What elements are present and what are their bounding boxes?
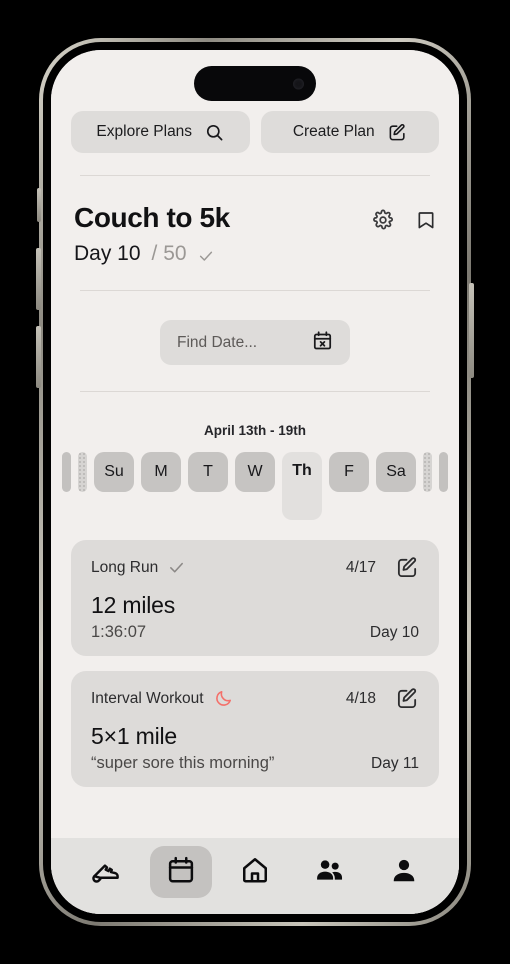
plan-progress: Day 10 / 50 (71, 242, 439, 266)
workout-type-label: Interval Workout (91, 689, 204, 707)
power-button[interactable] (469, 283, 474, 378)
create-plan-label: Create Plan (292, 123, 375, 140)
week-day-sa[interactable]: Sa (376, 452, 416, 492)
home-icon (240, 855, 270, 890)
create-plan-button[interactable]: Create Plan (260, 111, 439, 153)
workout-card[interactable]: Interval Workout 4/18 5×1 mile “super sore … (71, 671, 439, 787)
phone-screen: Explore Plans Create Plan Couch to 5k Da… (51, 50, 459, 914)
workout-card-footer: 1:36:07 Day 10 (91, 623, 419, 642)
week-range-label: April 13th - 19th (203, 423, 306, 438)
workout-date: 4/17 (345, 558, 376, 576)
plan-header-actions (372, 202, 436, 231)
bookmark-icon[interactable] (416, 209, 436, 231)
week-day-m[interactable]: M (141, 452, 181, 492)
workout-meta-group: 4/18 (346, 687, 419, 710)
workout-type-label: Long Run (91, 558, 159, 576)
divider-below-header (80, 290, 430, 291)
explore-plans-button[interactable]: Explore Plans (71, 111, 250, 153)
nav-item-home[interactable] (224, 846, 286, 898)
divider-top (80, 175, 430, 176)
gear-icon[interactable] (372, 209, 394, 231)
workout-card-header: Long Run 4/17 (91, 556, 419, 579)
calendar-icon (166, 855, 196, 890)
app-root: Explore Plans Create Plan Couch to 5k Da… (51, 50, 459, 914)
find-date-placeholder: Find Date... (177, 333, 258, 351)
workout-distance: 5×1 mile (91, 723, 177, 749)
week-day-selector[interactable]: Su M T W Th F Sa (62, 452, 448, 520)
week-scroll-edge-left-outer[interactable] (62, 452, 71, 492)
week-scroll-edge-left-inner[interactable] (78, 452, 87, 492)
week-day-w[interactable]: W (235, 452, 275, 492)
workout-card-footer: “super sore this morning” Day 11 (91, 754, 419, 773)
nav-item-friends[interactable] (298, 846, 360, 898)
volume-up-button[interactable] (36, 248, 41, 310)
edit-square-icon (388, 123, 407, 142)
bottom-navigation-bar (51, 838, 459, 914)
workout-type-group: Long Run (91, 559, 185, 577)
nav-item-profile[interactable] (373, 846, 435, 898)
moon-icon (214, 689, 233, 708)
phone-frame: Explore Plans Create Plan Couch to 5k Da… (36, 38, 474, 926)
workout-day-number: Day 11 (371, 755, 419, 772)
edit-square-icon[interactable] (396, 556, 419, 579)
front-camera-icon (293, 78, 304, 89)
workout-detail: 1:36:07 (91, 623, 147, 641)
search-icon (205, 123, 224, 142)
person-icon (389, 855, 419, 890)
nav-item-calendar[interactable] (149, 846, 212, 898)
plan-header: Couch to 5k (71, 202, 439, 234)
edit-square-icon[interactable] (396, 687, 419, 710)
silence-switch[interactable] (37, 188, 41, 222)
week-day-f[interactable]: F (329, 452, 369, 492)
week-scroll-edge-right-inner[interactable] (423, 452, 432, 492)
phone-bezel: Explore Plans Create Plan Couch to 5k Da… (43, 42, 467, 922)
week-day-t[interactable]: T (188, 452, 228, 492)
calendar-clear-icon (312, 330, 333, 356)
page-title: Couch to 5k (74, 202, 230, 233)
divider-below-find-date (80, 391, 430, 392)
progress-current-day: Day 10 (74, 242, 141, 265)
workout-card[interactable]: Long Run 4/17 12 miles 1:36:07 Day 10 (71, 540, 439, 656)
people-icon (314, 854, 345, 890)
check-icon (168, 559, 185, 576)
workout-meta-group: 4/17 (346, 556, 419, 579)
check-icon (198, 245, 214, 264)
explore-plans-label: Explore Plans (96, 123, 193, 140)
find-date-input[interactable]: Find Date... (160, 320, 350, 365)
workout-type-group: Interval Workout (91, 689, 233, 708)
volume-down-button[interactable] (36, 326, 41, 388)
main-scroll-area[interactable]: Explore Plans Create Plan Couch to 5k Da… (51, 50, 459, 838)
week-day-th[interactable]: Th (282, 452, 322, 520)
workout-card-header: Interval Workout 4/18 (91, 687, 419, 710)
workout-detail: “super sore this morning” (91, 754, 275, 772)
top-action-bar: Explore Plans Create Plan (71, 111, 439, 153)
week-scroll-edge-right-outer[interactable] (439, 452, 448, 492)
workout-distance: 12 miles (91, 592, 176, 618)
running-shoe-icon (91, 854, 122, 890)
nav-item-shoe[interactable] (75, 846, 137, 898)
workout-list: Long Run 4/17 12 miles 1:36:07 Day 10 Interva… (71, 540, 439, 787)
dynamic-island (194, 66, 316, 101)
find-date-row: Find Date... (71, 320, 439, 365)
workout-date: 4/18 (345, 689, 376, 707)
progress-total-days: / 50 (151, 242, 187, 265)
week-day-su[interactable]: Su (94, 452, 134, 492)
workout-day-number: Day 10 (369, 624, 419, 641)
